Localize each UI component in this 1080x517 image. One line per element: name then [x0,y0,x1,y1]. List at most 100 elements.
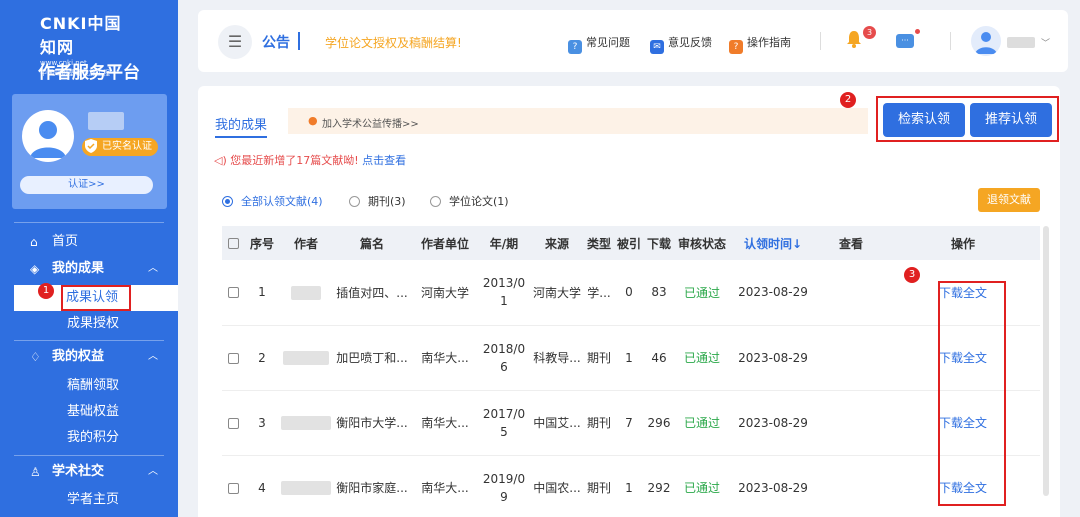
cell-source: 中国艾... [533,416,581,430]
faq-icon: ? [568,40,582,54]
user-avatar-icon [975,32,997,54]
cell-type: 期刊 [586,481,611,495]
cell-no: 3 [258,415,266,430]
profile-card: 已实名认证 认证>> [12,94,167,209]
notice-label: 公告 [262,35,290,51]
user-name-masked [88,112,124,130]
cell-title[interactable]: 衡阳市家庭... [332,455,412,517]
table-header: 序号 作者 篇名 作者单位 年/期 来源 类型 被引 下载 审核状态 认领时间↓… [222,226,1040,260]
sidebar-item-my-results[interactable]: ◈ 我的成果 ︿ [0,257,178,281]
chevron-down-icon[interactable]: ﹀ [1041,36,1050,49]
notice-text[interactable]: 学位论文授权及稿酬结算! [325,34,475,51]
cell-source: 河南大学 [532,285,581,300]
row-checkbox[interactable] [227,352,239,364]
avatar[interactable] [22,110,74,162]
cell-claim-time: 2023-08-29 [738,480,808,495]
author-masked [283,350,329,365]
cell-title[interactable]: 衡阳市大学... [332,390,412,455]
header-avatar[interactable] [971,26,1001,56]
cell-type: 期刊 [586,416,611,430]
diamond-icon: ♢ [30,350,41,364]
sidebar-item-my-rights[interactable]: ♢ 我的权益 ︿ [0,345,178,369]
sidebar-item-scholar-home[interactable]: 学者主页 [67,489,119,511]
filter-journal[interactable]: 期刊(3) [349,193,406,209]
return-docs-button[interactable]: 退领文献 [978,188,1040,212]
author-masked [281,480,331,495]
cell-no: 4 [258,480,266,495]
step-badge-1: 1 [38,283,54,299]
medal-icon: ◈ [30,262,40,276]
header-divider [950,32,951,50]
sidebar-item-royalty[interactable]: 稿酬领取 [67,375,119,397]
main-panel: 我的成果 ● 加入学术公益传播>> 2 检索认领 推荐认领 ◁) 您最近新增了1… [198,86,1060,517]
scrollbar[interactable] [1043,226,1049,496]
col-claim-time-sort[interactable]: 认领时间↓ [730,226,816,260]
highlight-box-claim [61,285,131,311]
cnki-logo[interactable]: CNKI中国知网 www.cnki.net 中国知识基础设施工程 [40,10,138,77]
join-text: 加入学术公益传播>> [322,119,419,130]
cell-title[interactable]: 加巴喷丁和... [332,325,412,390]
message-icon[interactable]: ··· [896,34,914,48]
cell-year: 2018/0 6 [482,341,526,374]
col-year: 年/期 [489,236,519,251]
header-user-name-masked[interactable] [1007,37,1035,48]
guide-icon: ? [729,40,743,54]
chevron-up-icon: ︿ [148,351,158,362]
view-new-docs-link[interactable]: 点击查看 [362,154,406,167]
mail-icon: ✉ [650,40,664,54]
cell-status: 已通过 [683,351,720,365]
message-dot [915,29,920,34]
cell-cited: 7 [625,415,633,430]
cell-view [816,390,886,455]
col-view: 查看 [838,236,863,251]
verified-badge: 已实名认证 [82,138,158,156]
sidebar-divider [14,222,164,223]
col-title: 篇名 [359,236,384,251]
menu-icon[interactable]: ☰ [218,25,252,59]
cell-claim-time: 2023-08-29 [738,415,808,430]
verified-label: 已实名认证 [102,141,152,152]
col-action: 操作 [950,236,975,251]
filter-thesis[interactable]: 学位论文(1) [430,193,509,209]
row-checkbox[interactable] [227,287,239,299]
cell-type: 期刊 [586,351,611,365]
certify-button[interactable]: 认证>> [20,176,153,194]
cell-unit: 南华大... [421,416,469,430]
top-header: ☰ 公告 学位论文授权及稿酬结算! ? 常见问题 ✉ 意见反馈 ? 操作指南 3 ··… [198,10,1068,72]
guide-link[interactable]: ? 操作指南 [729,34,791,54]
filter-all[interactable]: 全部认领文献(4) [222,193,323,209]
radio[interactable] [430,196,441,207]
sidebar-divider [14,455,164,456]
cell-no: 1 [258,285,266,300]
select-all-checkbox[interactable] [227,238,239,249]
row-checkbox[interactable] [227,482,239,494]
sidebar-item-authorize[interactable]: 成果授权 [67,313,119,335]
faq-link[interactable]: ? 常见问题 [568,34,630,54]
cell-title[interactable]: 插值对四、... [332,260,412,325]
cell-cited: 1 [625,480,633,495]
bell-icon[interactable] [846,30,862,52]
cell-year: 2017/0 5 [482,406,526,439]
header-divider [820,32,821,50]
radio-selected[interactable] [222,196,233,207]
row-checkbox[interactable] [227,417,239,429]
tab-my-results[interactable]: 我的成果 [215,114,268,138]
col-type: 类型 [586,236,611,251]
cell-source: 科教导... [533,351,581,365]
chevron-up-icon: ︿ [148,263,158,274]
cell-source: 中国农... [533,481,581,495]
cell-unit: 南华大... [421,351,469,365]
cell-unit: 河南大学 [420,285,469,300]
app-title: 作者服务平台 [38,63,140,83]
radio[interactable] [349,196,360,207]
sidebar-item-social[interactable]: ♙ 学术社交 ︿ [0,460,178,484]
feedback-link[interactable]: ✉ 意见反馈 [650,34,712,54]
join-banner[interactable]: ● 加入学术公益传播>> [288,108,868,134]
chevron-up-icon: ︿ [148,466,158,477]
sidebar-divider [14,340,164,341]
cell-year: 2013/0 1 [482,276,526,309]
sidebar-item-home[interactable]: ⌂ 首页 [0,230,178,254]
sidebar-item-points[interactable]: 我的积分 [67,427,119,449]
sidebar-item-basic-rights[interactable]: 基础权益 [67,401,119,423]
cell-download: 296 [647,415,671,430]
